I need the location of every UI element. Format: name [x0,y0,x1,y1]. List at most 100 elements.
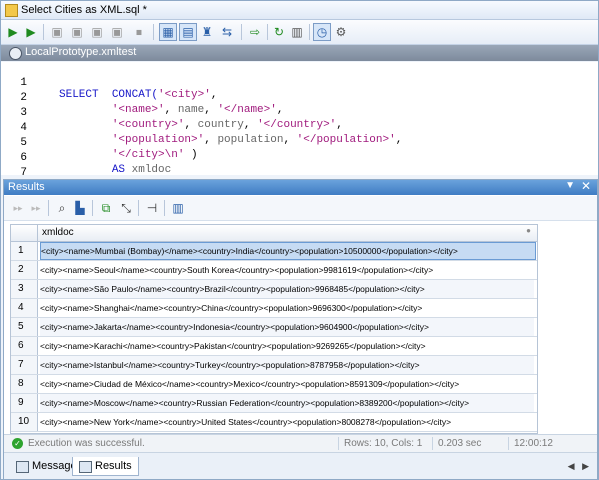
code-line: 7 FROM cities; [1,155,598,191]
toolbar-separator [138,200,139,216]
row-number[interactable]: 5 [11,318,38,336]
sql-editor[interactable]: 1 SELECT CONCAT('<city>', 2 '<name>', na… [1,62,598,194]
message-icon [16,461,29,473]
row-number[interactable]: 6 [11,337,38,355]
table-row[interactable]: 4 <city><name>Shanghai</name><country>Ch… [11,299,537,318]
previous-result-icon[interactable]: ▸▸ [10,200,26,216]
scroll-right-icon[interactable]: ▶ [582,461,589,471]
copy-icon[interactable]: ⧉ [98,200,114,216]
toolbar-separator [153,24,154,40]
pin-icon[interactable]: ⊣ [144,200,160,216]
scroll-left-icon[interactable]: ◀ [568,461,575,471]
collapse-all-icon[interactable]: ▣ [69,24,85,40]
code-line: 6 AS xmldoc [1,140,598,176]
xmldoc-cell[interactable]: <city><name>Istanbul</name><country>Turk… [40,356,534,374]
execute-icon[interactable]: ▶ [5,24,21,40]
sql-file-icon [5,4,18,17]
export-icon[interactable]: ⇨ [247,24,263,40]
xmldoc-cell[interactable]: <city><name>Seoul</name><country>South K… [40,261,534,279]
find-icon[interactable]: ⌕ [54,200,70,216]
close-icon[interactable]: ✕ [581,179,591,193]
grid-icon[interactable]: ▦ [159,23,177,41]
xmldoc-cell[interactable]: <city><name>New York</name><country>Unit… [40,413,534,431]
open-icon[interactable]: ⇆ [219,24,235,40]
status-bar: ✓ Execution was successful. Rows: 10, Co… [4,434,597,452]
collapse-icon[interactable]: ▣ [49,24,65,40]
main-toolbar: ▶ ▶ ▣ ▣ ▣ ▣ ⏹ ▦ ▤ ♜ ⇆ ⇨ ↻ ▥ ◷ ⚙ [1,20,598,45]
execution-duration: 0.203 sec [438,438,482,449]
maximize-icon[interactable]: ⤡ [118,200,134,216]
chevron-down-icon[interactable]: ▼ [565,180,575,191]
xmldoc-cell[interactable]: <city><name>Mumbai (Bombay)</name><count… [40,242,536,260]
next-result-icon[interactable]: ▸▸ [28,200,44,216]
table-row[interactable]: 1 <city><name>Mumbai (Bombay)</name><cou… [11,242,537,261]
row-number[interactable]: 4 [11,299,38,317]
row-number[interactable]: 3 [11,280,38,298]
status-separator [432,437,433,450]
results-toolbar: ▸▸ ▸▸ ⌕ ▙ ⧉ ⤡ ⊣ ▥ [4,196,597,221]
column-header-xmldoc[interactable]: xmldoc [42,227,74,238]
xmldoc-cell[interactable]: <city><name>Ciudad de México</name><coun… [40,375,534,393]
table-row[interactable]: 9 <city><name>Moscow</name><country>Russ… [11,394,537,413]
code-line: 5 '</city>\n' ) [1,125,598,161]
tab-results-label: Results [95,460,132,472]
row-number[interactable]: 1 [11,242,38,260]
table-row[interactable]: 6 <city><name>Karachi</name><country>Pak… [11,337,537,356]
stop-icon[interactable]: ⏹ [131,24,147,40]
table-row[interactable]: 10 <city><name>New York</name><country>U… [11,413,537,432]
row-number[interactable]: 10 [11,413,38,431]
results-title: Results [8,181,45,193]
row-number[interactable]: 8 [11,375,38,393]
expand-all-icon[interactable]: ▣ [109,24,125,40]
chart-icon[interactable]: ▥ [170,200,186,216]
table-row[interactable]: 5 <city><name>Jakarta</name><country>Ind… [11,318,537,337]
refresh-icon[interactable]: ↻ [271,24,287,40]
xmldoc-cell[interactable]: <city><name>Moscow</name><country>Russia… [40,394,534,412]
table-row[interactable]: 7 <city><name>Istanbul</name><country>Tu… [11,356,537,375]
results-grid: xmldoc ● 1 <city><name>Mumbai (Bombay)</… [10,224,538,434]
toolbar-separator [267,24,268,40]
expand-icon[interactable]: ▣ [89,24,105,40]
bookmark-icon[interactable]: ▙ [72,200,88,216]
tab-message-label: Message [32,460,77,472]
tab-scroll-arrows[interactable]: ◀ ▶ [568,461,589,472]
diagram-icon[interactable]: ♜ [199,24,215,40]
execution-time: 12:00:12 [514,438,553,449]
sort-icon[interactable]: ● [526,226,531,235]
clock-icon[interactable]: ◷ [313,23,331,41]
xmldoc-cell[interactable]: <city><name>São Paulo</name><country>Bra… [40,280,534,298]
code-line: 1 SELECT CONCAT('<city>', [1,65,598,101]
grid-header: xmldoc ● [11,225,537,242]
toolbar-separator [43,24,44,40]
row-number[interactable]: 9 [11,394,38,412]
row-number[interactable]: 7 [11,356,38,374]
table-row[interactable]: 8 <city><name>Ciudad de México</name><co… [11,375,537,394]
status-separator [338,437,339,450]
form-icon[interactable]: ▤ [179,23,197,41]
success-check-icon: ✓ [12,438,23,449]
tab-results[interactable]: Results [72,457,139,476]
code-line: 4 '<population>', population, '</populat… [1,110,598,146]
settings-icon[interactable]: ⚙ [333,24,349,40]
sql-editor-window: Select Cities as XML.sql * ▶ ▶ ▣ ▣ ▣ ▣ ⏹… [0,0,599,480]
table-row[interactable]: 2 <city><name>Seoul</name><country>South… [11,261,537,280]
xmldoc-cell[interactable]: <city><name>Jakarta</name><country>Indon… [40,318,534,336]
toolbar-separator [309,24,310,40]
connection-name: LocalPrototype.xmltest [25,46,137,58]
toolbar-separator [48,200,49,216]
table-row[interactable]: 3 <city><name>São Paulo</name><country>B… [11,280,537,299]
title-bar: Select Cities as XML.sql * [1,1,598,20]
status-message: Execution was successful. [28,438,145,449]
results-pane: Results ▼ ✕ ▸▸ ▸▸ ⌕ ▙ ⧉ ⤡ ⊣ ▥ xmldoc ● 1… [3,179,598,479]
toolbar-separator [92,200,93,216]
xmldoc-cell[interactable]: <city><name>Shanghai</name><country>Chin… [40,299,534,317]
row-number[interactable]: 2 [11,261,38,279]
xmldoc-cell[interactable]: <city><name>Karachi</name><country>Pakis… [40,337,534,355]
database-icon [9,47,22,60]
document-tab[interactable]: LocalPrototype.xmltest [1,45,598,61]
script-icon[interactable]: ▥ [289,24,305,40]
execute-for-editing-icon[interactable]: ▶ [23,24,39,40]
status-separator [508,437,509,450]
grid-corner[interactable] [11,225,38,241]
code-line: 2 '<name>', name, '</name>', [1,80,598,116]
